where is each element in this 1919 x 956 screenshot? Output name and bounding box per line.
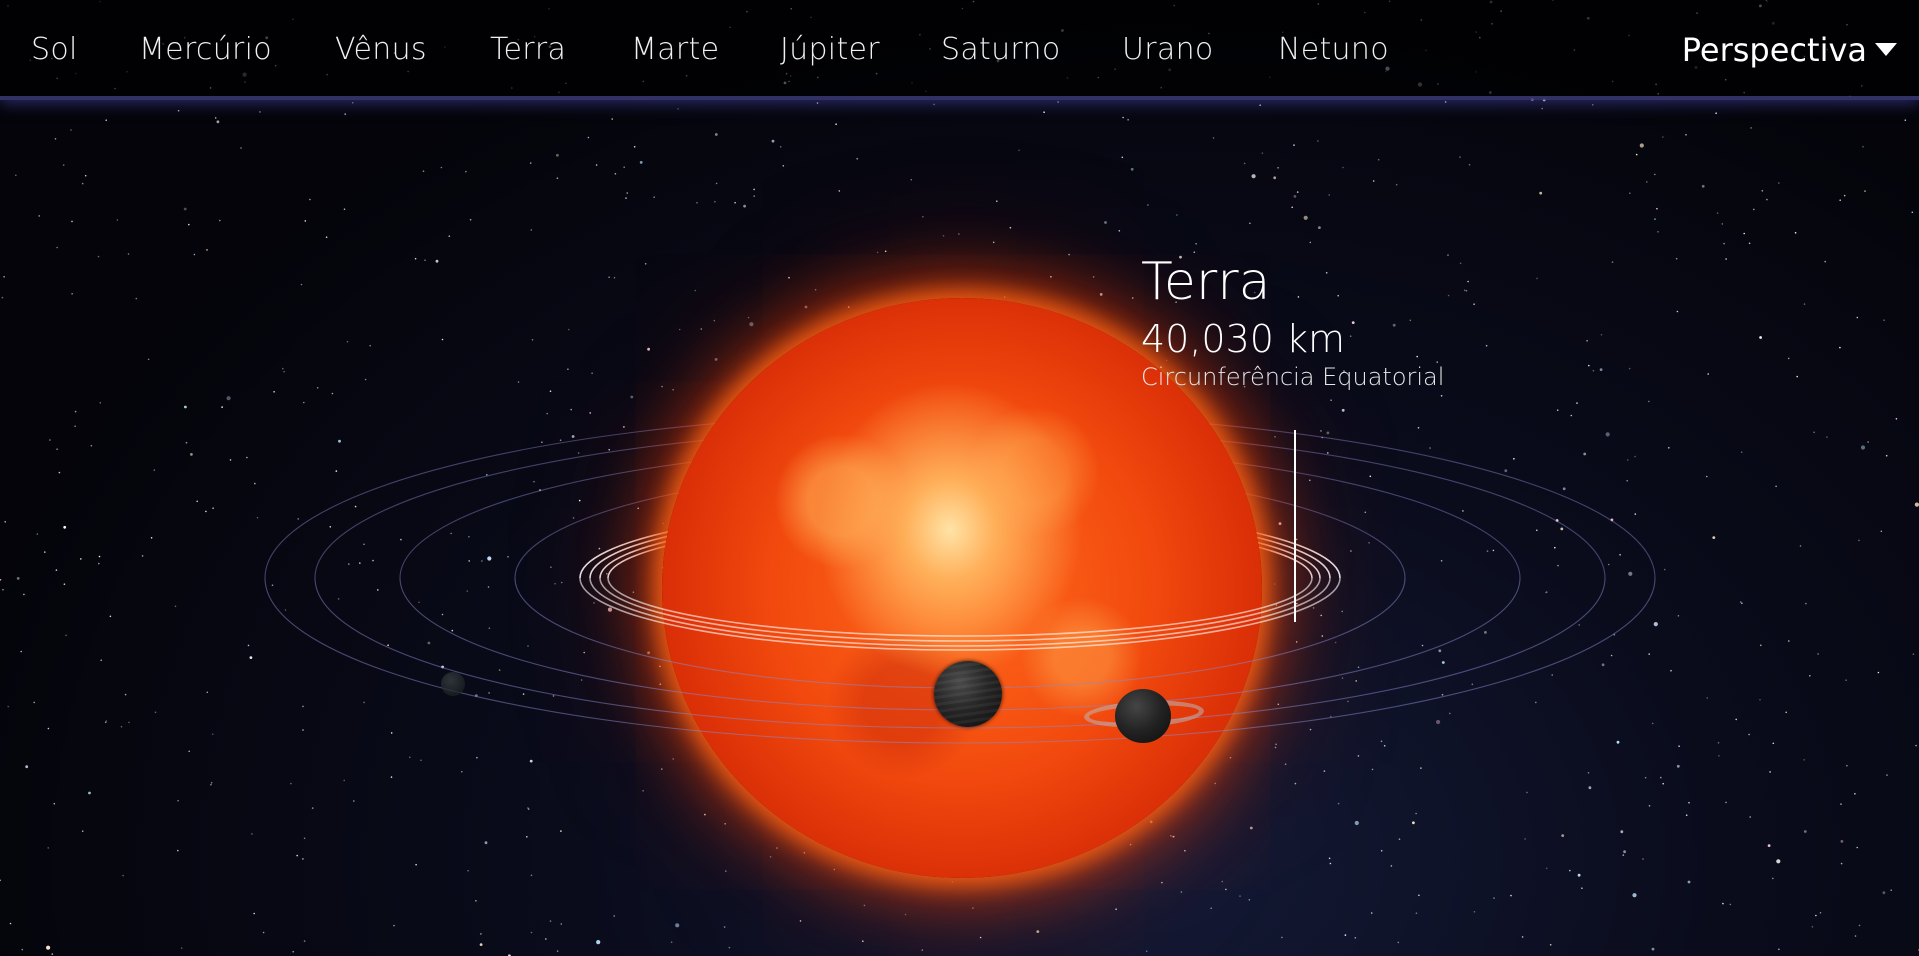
nav-item-terra[interactable]: Terra — [490, 30, 566, 70]
circumference-label: Circunferência Equatorial — [1141, 363, 1445, 391]
nav-item-marte[interactable]: Marte — [631, 30, 719, 70]
perspective-dropdown[interactable]: Perspectiva — [1682, 30, 1897, 70]
planet-name: Terra — [1141, 252, 1271, 312]
orbit-paths-front — [264, 577, 1656, 744]
perspective-dropdown-label: Perspectiva — [1681, 31, 1867, 69]
planet-neptune[interactable] — [441, 672, 465, 696]
circumference-value: 40,030 km — [1141, 317, 1346, 361]
orbit-mercury — [607, 577, 1313, 637]
planet-info-panel: Terra 40,030 km Circunferência Equatoria… — [1141, 250, 1501, 392]
selected-planet-indicator-line — [1294, 430, 1296, 622]
top-navigation-bar: Sol Mercúrio Vênus Terra Marte Júpiter S… — [0, 0, 1919, 100]
nav-item-saturno[interactable]: Saturno — [941, 30, 1060, 70]
nav-item-venus[interactable]: Vênus — [335, 30, 427, 70]
nav-item-jupiter[interactable]: Júpiter — [780, 30, 880, 70]
orbit-mars — [579, 577, 1341, 651]
nav-item-urano[interactable]: Urano — [1122, 30, 1214, 70]
planet-jupiter[interactable] — [934, 661, 1002, 727]
caret-down-icon — [1875, 43, 1897, 56]
nav-item-netuno[interactable]: Netuno — [1278, 30, 1389, 70]
solar-system-scene[interactable]: Terra 40,030 km Circunferência Equatoria… — [0, 0, 1919, 956]
nav-item-sol[interactable]: Sol — [31, 30, 78, 70]
solar-system-stage: Terra 40,030 km Circunferência Equatoria… — [0, 0, 1919, 956]
nav-item-mercurio[interactable]: Mercúrio — [139, 30, 272, 70]
planet-saturn[interactable] — [1115, 689, 1171, 743]
